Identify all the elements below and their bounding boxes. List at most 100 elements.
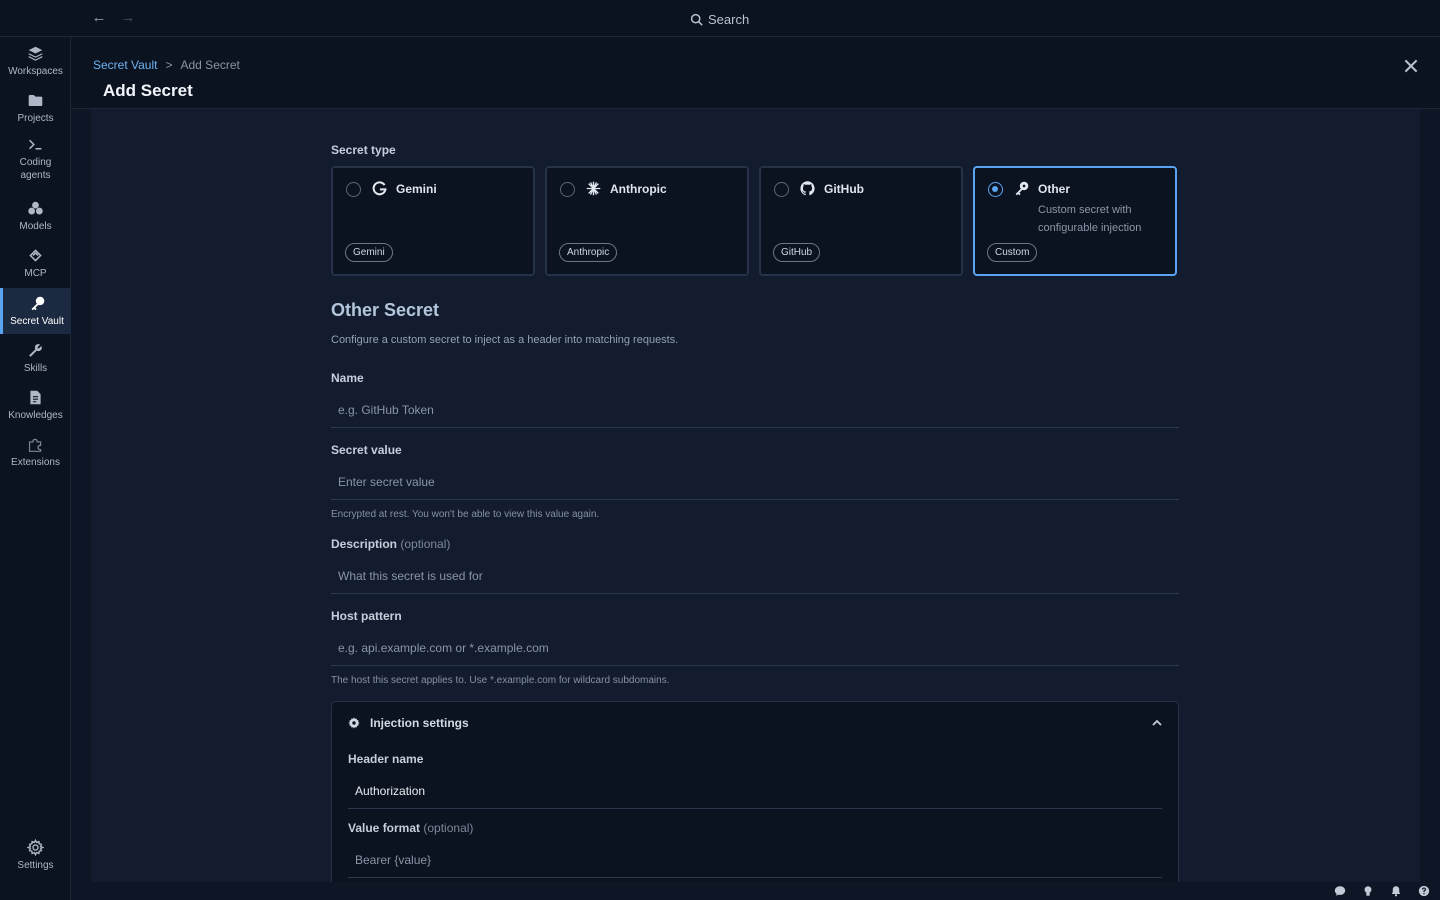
- close-icon[interactable]: [1402, 57, 1420, 75]
- cubes-icon: [28, 201, 43, 214]
- card-badge: GitHub: [773, 243, 821, 262]
- value-format-input[interactable]: Bearer {value}: [348, 845, 1162, 878]
- sidebar-item-coding-agents[interactable]: Coding agents: [0, 134, 71, 184]
- description-input[interactable]: What this secret is used for: [331, 561, 1179, 594]
- value-format-field-group: Value format (optional) Bearer {value}: [348, 821, 1162, 878]
- search-label: Search: [708, 11, 750, 27]
- sidebar-item-projects[interactable]: Projects: [0, 85, 71, 131]
- sidebar-item-workspaces[interactable]: Workspaces: [0, 38, 71, 84]
- sidebar-item-skills[interactable]: Skills: [0, 335, 71, 381]
- card-title: Other: [1038, 182, 1071, 196]
- top-bar: ← → Search: [0, 0, 1440, 37]
- secret-type-card-other[interactable]: Other Custom secret with configurable in…: [973, 166, 1177, 276]
- breadcrumb-separator: >: [165, 58, 173, 72]
- secret-value-field-group: Secret value Enter secret value Encrypte…: [331, 443, 1179, 520]
- card-badge: Gemini: [345, 243, 393, 262]
- radio-button[interactable]: [560, 182, 575, 197]
- page-header: Secret Vault > Add Secret Add Secret: [71, 37, 1440, 109]
- injection-settings-panel: Injection settings Header name Authoriza…: [331, 701, 1179, 882]
- key-icon: [1015, 181, 1029, 196]
- secret-value-help: Encrypted at rest. You won't be able to …: [331, 509, 600, 520]
- name-input[interactable]: e.g. GitHub Token: [331, 395, 1179, 428]
- sidebar-item-label: Coding agents: [19, 157, 52, 181]
- secret-value-label: Secret value: [331, 443, 402, 457]
- sidebar-item-mcp[interactable]: MCP: [0, 240, 71, 286]
- card-title: GitHub: [824, 182, 864, 196]
- value-format-label: Value format (optional): [348, 821, 1162, 835]
- sidebar-item-label: Projects: [17, 112, 54, 124]
- secret-type-label: Secret type: [331, 143, 396, 157]
- sidebar-item-knowledges[interactable]: Knowledges: [0, 382, 71, 428]
- gear-icon: [27, 838, 44, 856]
- secret-value-input[interactable]: Enter secret value: [331, 467, 1179, 500]
- card-badge: Custom: [987, 243, 1038, 262]
- section-description: Configure a custom secret to inject as a…: [331, 334, 679, 346]
- search-icon: [690, 13, 703, 26]
- card-title: Gemini: [396, 182, 437, 196]
- back-arrow-icon[interactable]: ←: [90, 9, 108, 27]
- lightbulb-icon[interactable]: [1362, 884, 1376, 898]
- injection-settings-title: Injection settings: [370, 716, 469, 730]
- header-name-field-group: Header name Authorization: [348, 752, 1162, 809]
- anthropic-icon: [586, 181, 601, 196]
- description-label: Description (optional): [331, 537, 1179, 551]
- injection-settings-header[interactable]: Injection settings: [348, 716, 469, 730]
- terminal-icon: [29, 139, 42, 150]
- card-description: Custom secret with configurable injectio…: [1038, 204, 1142, 234]
- github-icon: [800, 181, 815, 196]
- secret-type-card-github[interactable]: GitHub GitHub: [759, 166, 963, 276]
- bell-icon[interactable]: [1390, 884, 1404, 898]
- sidebar-item-label: Models: [19, 220, 52, 232]
- host-pattern-field-group: Host pattern e.g. api.example.com or *.e…: [331, 609, 1179, 686]
- header-name-label: Header name: [348, 752, 424, 766]
- forward-arrow-icon[interactable]: →: [119, 9, 137, 27]
- host-pattern-input[interactable]: e.g. api.example.com or *.example.com: [331, 633, 1179, 666]
- puzzle-icon: [28, 438, 42, 452]
- name-field-group: Name e.g. GitHub Token: [331, 371, 1179, 428]
- layers-icon: [28, 46, 43, 61]
- sidebar-item-models[interactable]: Models: [0, 193, 71, 239]
- key-icon: [31, 296, 44, 310]
- sidebar-item-label: Workspaces: [8, 65, 63, 77]
- radio-button[interactable]: [774, 182, 789, 197]
- optional-hint: (optional): [400, 537, 451, 551]
- sidebar-item-settings[interactable]: Settings: [0, 830, 71, 880]
- sidebar-item-label: Knowledges: [8, 409, 63, 421]
- main-panel: Secret type Gemini Gemini Anthropic Anth…: [91, 109, 1420, 882]
- secret-type-card-gemini[interactable]: Gemini Gemini: [331, 166, 535, 276]
- header-name-input[interactable]: Authorization: [348, 776, 1162, 809]
- sidebar-item-label: Extensions: [11, 456, 60, 468]
- host-pattern-help: The host this secret applies to. Use *.e…: [331, 675, 670, 686]
- sidebar-item-label: Settings: [17, 859, 54, 871]
- radio-button[interactable]: [346, 182, 361, 197]
- google-icon: [372, 181, 387, 196]
- sidebar-item-secret-vault[interactable]: Secret Vault: [0, 288, 71, 334]
- wrench-icon: [29, 343, 42, 357]
- sidebar-item-label: Skills: [23, 362, 48, 374]
- secret-type-options: Gemini Gemini Anthropic Anthropic GitHub…: [331, 166, 1179, 276]
- chevron-up-icon[interactable]: [1150, 716, 1164, 730]
- gear-icon: [348, 717, 360, 729]
- card-title: Anthropic: [610, 182, 667, 196]
- description-label-text: Description: [331, 537, 398, 551]
- help-icon[interactable]: [1418, 884, 1432, 898]
- breadcrumb: Secret Vault > Add Secret: [93, 58, 240, 72]
- document-icon: [30, 390, 41, 404]
- value-format-label-text: Value format: [348, 821, 421, 835]
- radio-button-selected[interactable]: [988, 182, 1003, 197]
- sidebar-item-label: Secret Vault: [10, 315, 64, 327]
- sidebar: Workspaces Projects Coding agents Models…: [0, 37, 71, 900]
- description-field-group: Description (optional) What this secret …: [331, 537, 1179, 594]
- optional-hint: (optional): [423, 821, 474, 835]
- page-title: Add Secret: [103, 81, 193, 100]
- section-title: Other Secret: [331, 300, 440, 320]
- mcp-icon: [29, 248, 42, 262]
- search-button[interactable]: Search: [690, 10, 749, 28]
- secret-type-card-anthropic[interactable]: Anthropic Anthropic: [545, 166, 749, 276]
- breadcrumb-link-secret-vault[interactable]: Secret Vault: [93, 58, 157, 72]
- sidebar-item-label: MCP: [24, 267, 47, 279]
- sidebar-item-extensions[interactable]: Extensions: [0, 429, 71, 475]
- card-badge: Anthropic: [559, 243, 618, 262]
- breadcrumb-current: Add Secret: [180, 58, 240, 72]
- chat-icon[interactable]: [1334, 884, 1348, 898]
